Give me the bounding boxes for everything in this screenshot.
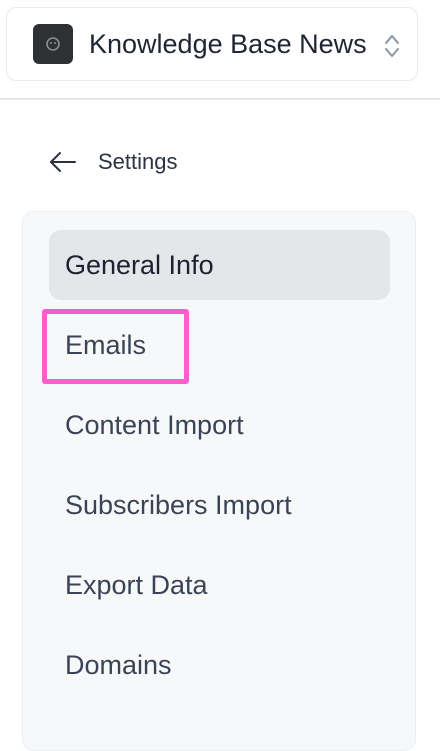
nav-item-label: Export Data xyxy=(65,569,208,600)
nav-item-export-data[interactable]: Export Data xyxy=(49,550,390,620)
nav-item-content-import[interactable]: Content Import xyxy=(49,390,390,460)
back-to-settings-link[interactable]: Settings xyxy=(48,144,178,180)
workspace-logo-icon xyxy=(33,24,73,64)
back-label: Settings xyxy=(98,149,178,174)
workspace-switcher[interactable]: Knowledge Base News xyxy=(6,7,418,81)
nav-item-subscribers-import[interactable]: Subscribers Import xyxy=(49,470,390,540)
nav-item-label: Content Import xyxy=(65,409,244,440)
settings-nav-panel: General Info Emails Content Import Subsc… xyxy=(22,211,416,751)
workspace-name: Knowledge Base News xyxy=(89,28,367,59)
nav-item-label: Domains xyxy=(65,649,172,680)
arrow-left-icon xyxy=(50,152,76,172)
nav-item-label: General Info xyxy=(65,249,214,280)
nav-item-emails[interactable]: Emails xyxy=(49,310,390,380)
header-divider xyxy=(0,98,440,100)
nav-item-label: Emails xyxy=(65,329,147,360)
nav-item-general-info[interactable]: General Info xyxy=(49,230,390,300)
nav-item-domains[interactable]: Domains xyxy=(49,630,390,700)
chevron-up-down-icon xyxy=(385,35,399,57)
nav-item-label: Subscribers Import xyxy=(65,489,292,520)
